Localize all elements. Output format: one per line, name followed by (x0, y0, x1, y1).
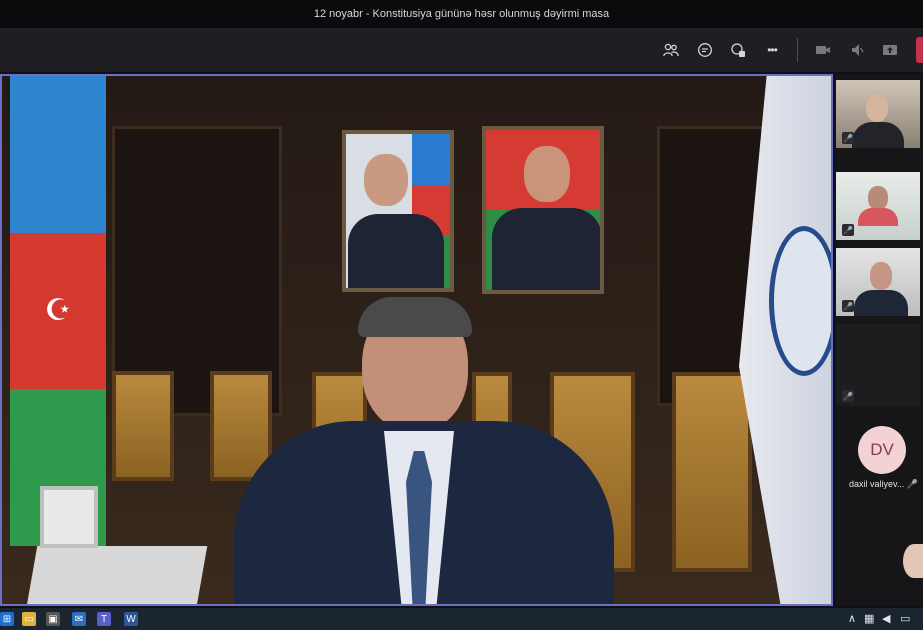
more-options-icon[interactable]: ••• (760, 38, 784, 62)
windows-taskbar: ⊞ ▭ ▣ ✉ T W ∧ ▦ ◀ ▭ (0, 608, 923, 630)
portrait-right (482, 126, 604, 294)
participant-name: daxil valiyev... 🎤 (849, 479, 918, 490)
tray-chevron-icon[interactable]: ∧ (848, 612, 856, 625)
azerbaijan-flag: ☪ (10, 76, 106, 546)
participant-name-label: daxil valiyev... (849, 479, 905, 489)
start-icon[interactable]: ⊞ (0, 612, 14, 626)
mail-icon[interactable]: ✉ (72, 612, 86, 626)
word-icon[interactable]: W (124, 612, 138, 626)
file-explorer-icon[interactable]: ▭ (22, 612, 36, 626)
mic-icon: 🎤 (842, 132, 854, 144)
mic-icon: 🎤 (842, 390, 854, 402)
participant-tile[interactable]: 🎤 (836, 80, 920, 148)
participant-tile[interactable]: 🎤 (836, 248, 920, 316)
mic-icon: 🎤 (906, 479, 919, 489)
meeting-toolbar: ••• (0, 28, 923, 72)
cabinet-door (112, 371, 174, 481)
mic-icon: 🎤 (842, 224, 854, 236)
network-icon[interactable]: ▦ (864, 612, 874, 625)
store-icon[interactable]: ▣ (46, 612, 60, 626)
notification-icon[interactable]: ▭ (900, 612, 910, 625)
desk-phone (26, 546, 208, 604)
teams-icon[interactable]: T (97, 612, 111, 626)
window-title-bar: 12 noyabr - Konstitusiya gününə həsr olu… (0, 0, 923, 28)
mic-icon: 🎤 (842, 300, 854, 312)
chat-icon[interactable] (693, 38, 717, 62)
participants-icon[interactable] (659, 38, 683, 62)
portrait-left (342, 130, 454, 292)
camera-off-icon[interactable] (811, 38, 835, 62)
participant-gallery: 🎤 🎤 🎤 🎤 DV daxil valiyev... 🎤 (835, 74, 923, 606)
participant-tile[interactable]: 🎤 (836, 172, 920, 240)
share-screen-icon[interactable] (878, 38, 902, 62)
main-video-stage[interactable]: ☪ (0, 74, 833, 606)
avatar[interactable]: DV (858, 426, 906, 474)
toolbar-divider (797, 38, 798, 62)
mic-muted-icon[interactable] (845, 38, 869, 62)
cabinet-door (672, 372, 752, 572)
participant-tile[interactable]: 🎤 (836, 324, 920, 406)
reactions-icon[interactable] (726, 38, 750, 62)
volume-icon[interactable]: ◀ (882, 612, 890, 625)
participant-thumbnail[interactable] (903, 544, 923, 578)
leave-button[interactable] (916, 37, 923, 63)
desk-photo-frame (40, 486, 98, 548)
speaker-video (234, 297, 614, 604)
meeting-title: 12 noyabr - Konstitusiya gününə həsr olu… (313, 8, 610, 20)
